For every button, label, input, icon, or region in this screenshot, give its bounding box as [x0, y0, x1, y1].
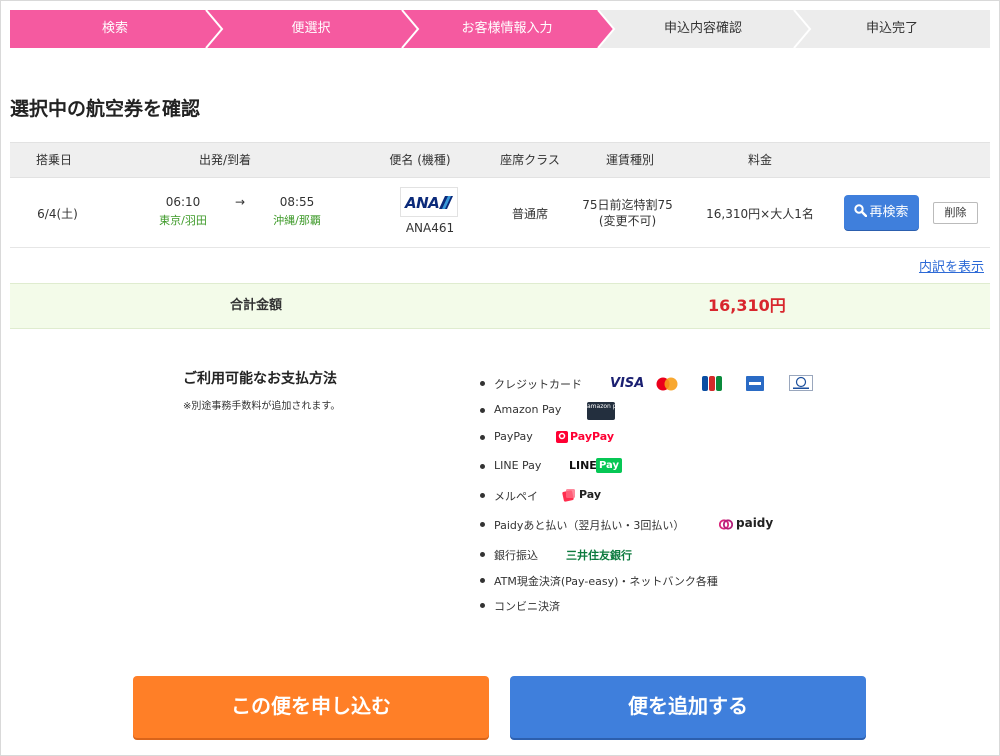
- header-price: 料金: [747, 153, 772, 167]
- payment-label: Paidyあと払い（翌月払い・3回払い）: [494, 519, 685, 532]
- paidy-icon: [719, 519, 733, 530]
- seat-class: 普通席: [511, 207, 548, 221]
- arrival-time: 08:55: [279, 195, 315, 209]
- payment-label: PayPay: [494, 430, 533, 443]
- payment-label: メルペイ: [494, 490, 538, 503]
- payment-label: Amazon Pay: [494, 403, 562, 416]
- route-arrow: →: [234, 195, 246, 209]
- payment-item-paypay: PayPay PayPay: [480, 428, 880, 448]
- total-row: 合計金額 16,310円: [10, 283, 990, 329]
- bullet: [480, 522, 485, 527]
- step-label: 検索: [101, 21, 128, 36]
- payment-label: ATM現金決済(Pay-easy)・ネットバンク各種: [494, 575, 718, 588]
- step-label: お客様情報入力: [461, 21, 553, 36]
- bullet: [480, 552, 485, 557]
- payment-item-merpay: メルペイ Pay: [480, 486, 880, 506]
- research-label: 再検索: [869, 205, 909, 220]
- bullet: [480, 578, 485, 583]
- show-breakdown-link[interactable]: 内訳を表示: [919, 256, 984, 275]
- ana-logo-text: ANA: [405, 194, 440, 212]
- header-seat-class: 座席クラス: [500, 153, 560, 167]
- step-label: 申込完了: [865, 21, 918, 36]
- ana-logo: ANA: [400, 187, 458, 217]
- departure-airport: 東京/羽田: [159, 214, 207, 227]
- paypay-icon: [556, 431, 568, 443]
- flight-number: ANA461: [405, 221, 455, 235]
- payment-item-paidy: Paidyあと払い（翌月払い・3回払い） paidy: [480, 515, 880, 535]
- header-date: 搭乗日: [35, 153, 72, 167]
- line-pay-logo-line: LINE: [569, 459, 597, 472]
- payment-label: LINE Pay: [494, 459, 542, 472]
- departure-time: 06:10: [165, 195, 201, 209]
- header-flight: 便名 (機種): [389, 153, 451, 167]
- payment-item-line-pay: LINE Pay LINE Pay: [480, 457, 880, 477]
- bullet: [480, 435, 485, 440]
- payment-item-atm: ATM現金決済(Pay-easy)・ネットバンク各種: [480, 571, 880, 591]
- flight-date: 6/4(土): [37, 207, 78, 221]
- header-route: 出発/到着: [198, 153, 252, 167]
- step-search: 検索: [10, 10, 222, 48]
- merpay-icon: [562, 489, 575, 502]
- fare-note: (変更不可): [598, 214, 657, 228]
- payment-fee-note: ※別途事務手数料が追加されます。: [183, 401, 341, 412]
- payment-label: クレジットカード: [494, 378, 582, 391]
- payment-item-amazon-pay: Amazon Pay amazon pay: [480, 401, 880, 421]
- diners-club-logo: [789, 375, 813, 391]
- step-flight-select: 便選択: [205, 9, 418, 49]
- step-complete: 申込完了: [793, 9, 990, 49]
- arrival-airport: 沖縄/那覇: [273, 214, 321, 227]
- amex-logo: [746, 376, 764, 391]
- bullet: [480, 464, 485, 469]
- ana-stripes-icon: [439, 196, 453, 209]
- apply-flight-button[interactable]: この便を申し込む: [133, 676, 489, 738]
- flight-table-header: 搭乗日 出発/到着 便名 (機種) 座席クラス 運賃種別 料金: [10, 142, 990, 178]
- total-amount: 16,310円: [708, 296, 786, 315]
- payment-item-convenience-store: コンビニ決済: [480, 596, 880, 616]
- search-icon: [854, 204, 868, 218]
- progress-steps: 検索 便選択 お客様情報入力 申込内容確認 申込完了: [10, 9, 990, 49]
- bullet: [480, 381, 485, 386]
- section-title: 選択中の航空券を確認: [10, 98, 201, 120]
- paypay-logo-text: PayPay: [570, 430, 615, 443]
- payment-label: コンビニ決済: [494, 600, 560, 613]
- line-pay-logo-pay: Pay: [596, 458, 623, 473]
- payment-item-bank-transfer: 銀行振込 三井住友銀行: [480, 545, 880, 565]
- payment-item-credit-card: クレジットカード VISA: [480, 374, 880, 394]
- step-customer-info: お客様情報入力: [401, 9, 614, 49]
- delete-button[interactable]: 削除: [933, 202, 978, 224]
- bullet: [480, 493, 485, 498]
- step-label: 申込内容確認: [663, 21, 742, 36]
- header-fare-type: 運賃種別: [605, 153, 654, 167]
- smbc-logo: 三井住友銀行: [566, 549, 632, 562]
- research-button[interactable]: 再検索: [844, 195, 919, 230]
- amazon-pay-logo: amazon pay: [587, 402, 624, 420]
- flight-table-row: 6/4(土) 06:10 東京/羽田 → 08:55 沖縄/那覇 ANA ANA…: [10, 178, 990, 248]
- step-confirm: 申込内容確認: [597, 9, 810, 49]
- bullet: [480, 408, 485, 413]
- fare-price: 16,310円×大人1名: [706, 207, 814, 221]
- merpay-logo-text: Pay: [579, 488, 602, 501]
- paidy-logo-text: paidy: [736, 516, 774, 530]
- payment-methods-title: ご利用可能なお支払方法: [183, 371, 337, 387]
- fare-type: 75日前迄特割75: [582, 198, 673, 212]
- bullet: [480, 603, 485, 608]
- step-label: 便選択: [291, 21, 331, 36]
- payment-label: 銀行振込: [494, 549, 538, 562]
- jcb-logo: [702, 376, 722, 391]
- mastercard-logo: [656, 377, 678, 391]
- add-flight-button[interactable]: 便を追加する: [510, 676, 866, 738]
- total-label: 合計金額: [230, 298, 283, 313]
- visa-logo: VISA: [610, 376, 645, 391]
